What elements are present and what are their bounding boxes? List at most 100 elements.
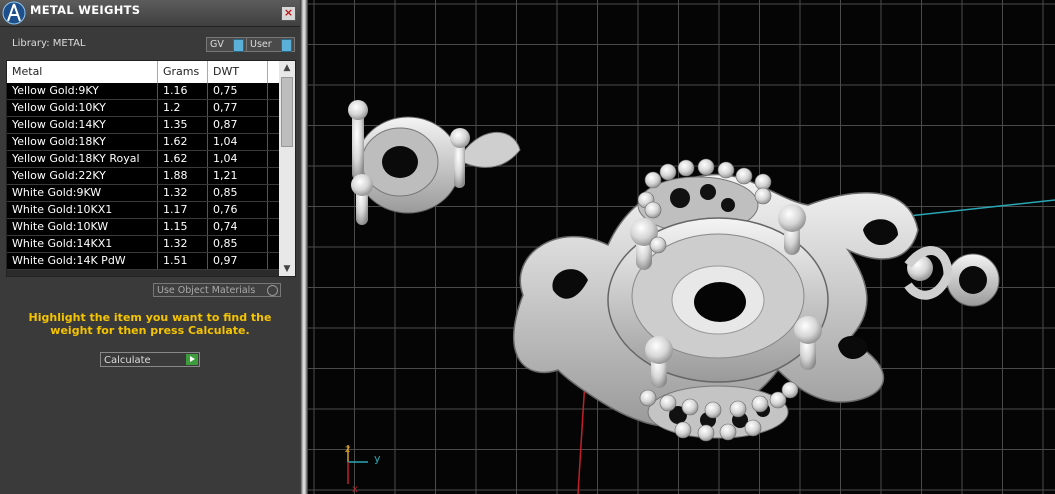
bead (754, 187, 772, 205)
cell-dwt: 0,75 (208, 83, 268, 99)
bead (659, 394, 677, 412)
table-row[interactable]: White Gold:10KX1 1.17 0,76 (7, 202, 279, 219)
bead (649, 236, 667, 254)
table-row[interactable]: Yellow Gold:14KY 1.35 0,87 (7, 117, 279, 134)
gv-toggle[interactable]: GV (206, 37, 247, 52)
bead (639, 389, 657, 407)
use-object-materials-label: Use Object Materials (157, 285, 256, 296)
bead (754, 173, 772, 191)
calculate-label: Calculate (104, 355, 151, 366)
bead (735, 167, 753, 185)
axis-triad: z y x (345, 444, 381, 494)
close-button[interactable]: × (281, 6, 296, 21)
table-header: Metal Grams DWT (7, 61, 279, 83)
cell-metal: Yellow Gold:10KY (7, 100, 158, 116)
cell-dwt: 1,04 (208, 134, 268, 150)
column-header-metal[interactable]: Metal (7, 61, 158, 83)
cell-metal: White Gold:14KX1 (7, 236, 158, 252)
table-row[interactable]: White Gold:10KW 1.15 0,74 (7, 219, 279, 236)
table-row[interactable]: White Gold:9KW 1.32 0,85 (7, 185, 279, 202)
bead (717, 161, 735, 179)
x-axis-label: x (352, 484, 358, 494)
column-header-grams[interactable]: Grams (158, 61, 208, 83)
bead (744, 419, 762, 437)
bead (644, 171, 662, 189)
metal-weights-panel: METAL WEIGHTS × Library: METAL GV User M… (0, 0, 300, 494)
cell-dwt: 0,76 (208, 202, 268, 218)
y-axis-label: y (374, 452, 381, 465)
bead (697, 158, 715, 176)
cell-dwt: 0,87 (208, 117, 268, 133)
bead (697, 424, 715, 442)
table-row[interactable]: White Gold:14KX1 1.32 0,85 (7, 236, 279, 253)
cell-grams: 1.35 (158, 117, 208, 133)
cell-grams: 1.51 (158, 253, 208, 269)
3d-viewport[interactable]: z y x (308, 0, 1055, 494)
use-object-materials-checkbox[interactable]: Use Object Materials (153, 283, 281, 297)
table-row[interactable]: Yellow Gold:9KY 1.16 0,75 (7, 83, 279, 100)
viewport-canvas: z y x (308, 0, 1055, 494)
table-row[interactable]: White Gold:14K PdW 1.51 0,97 (7, 253, 279, 270)
table-row[interactable]: Yellow Gold:18KY 1.62 1,04 (7, 134, 279, 151)
cell-dwt: 0,97 (208, 253, 268, 269)
column-header-dwt[interactable]: DWT (208, 61, 268, 83)
instruction-text: Highlight the item you want to find the … (28, 311, 272, 337)
table-row[interactable]: Yellow Gold:22KY 1.88 1,21 (7, 168, 279, 185)
scroll-down-icon[interactable]: ▼ (279, 262, 295, 276)
cell-grams: 1.2 (158, 100, 208, 116)
bead (674, 421, 692, 439)
bead (781, 381, 799, 399)
cell-grams: 1.62 (158, 134, 208, 150)
user-toggle[interactable]: User (246, 37, 295, 52)
cell-grams: 1.15 (158, 219, 208, 235)
cell-metal: White Gold:14K PdW (7, 253, 158, 269)
cell-grams: 1.32 (158, 236, 208, 252)
cell-dwt: 0,74 (208, 219, 268, 235)
z-axis-label: z (345, 444, 350, 455)
table-row[interactable]: Yellow Gold:10KY 1.2 0,77 (7, 100, 279, 117)
cell-metal: White Gold:10KX1 (7, 202, 158, 218)
toggle-knob-icon (281, 39, 292, 52)
cell-grams: 1.17 (158, 202, 208, 218)
bead (704, 401, 722, 419)
cell-metal: Yellow Gold:18KY Royal (7, 151, 158, 167)
user-toggle-label: User (250, 39, 272, 50)
app-logo-icon (2, 1, 26, 25)
bead (677, 159, 695, 177)
play-icon (186, 354, 198, 365)
scroll-up-icon[interactable]: ▲ (279, 61, 295, 75)
table-row[interactable]: Yellow Gold:18KY Royal 1.62 1,04 (7, 151, 279, 168)
cell-metal: Yellow Gold:9KY (7, 83, 158, 99)
cell-dwt: 1,04 (208, 151, 268, 167)
bead (751, 395, 769, 413)
bead (681, 398, 699, 416)
bead (659, 163, 677, 181)
metal-table: Metal Grams DWT Yellow Gold:9KY 1.16 0,75 Y… (6, 60, 296, 277)
library-label: Library: METAL (12, 38, 86, 49)
cell-dwt: 0,85 (208, 185, 268, 201)
table-scrollbar[interactable]: ▲ ▼ (279, 61, 295, 276)
toggle-knob-icon (233, 39, 244, 52)
cell-metal: Yellow Gold:18KY (7, 134, 158, 150)
bead (729, 400, 747, 418)
cell-metal: Yellow Gold:14KY (7, 117, 158, 133)
cell-dwt: 0,77 (208, 100, 268, 116)
cell-metal: White Gold:10KW (7, 219, 158, 235)
bead (644, 201, 662, 219)
panel-splitter[interactable] (300, 0, 308, 494)
cell-grams: 1.62 (158, 151, 208, 167)
cell-metal: Yellow Gold:22KY (7, 168, 158, 184)
cell-dwt: 0,85 (208, 236, 268, 252)
cell-grams: 1.32 (158, 185, 208, 201)
gv-toggle-label: GV (210, 39, 224, 50)
title-bar: METAL WEIGHTS × (0, 0, 300, 27)
cell-metal: White Gold:9KW (7, 185, 158, 201)
cell-dwt: 1,21 (208, 168, 268, 184)
calculate-button[interactable]: Calculate (100, 352, 200, 367)
cell-grams: 1.16 (158, 83, 208, 99)
cell-grams: 1.88 (158, 168, 208, 184)
bead (719, 423, 737, 441)
panel-title: METAL WEIGHTS (30, 3, 141, 17)
radio-circle-icon (267, 285, 278, 296)
scroll-thumb[interactable] (281, 77, 293, 147)
